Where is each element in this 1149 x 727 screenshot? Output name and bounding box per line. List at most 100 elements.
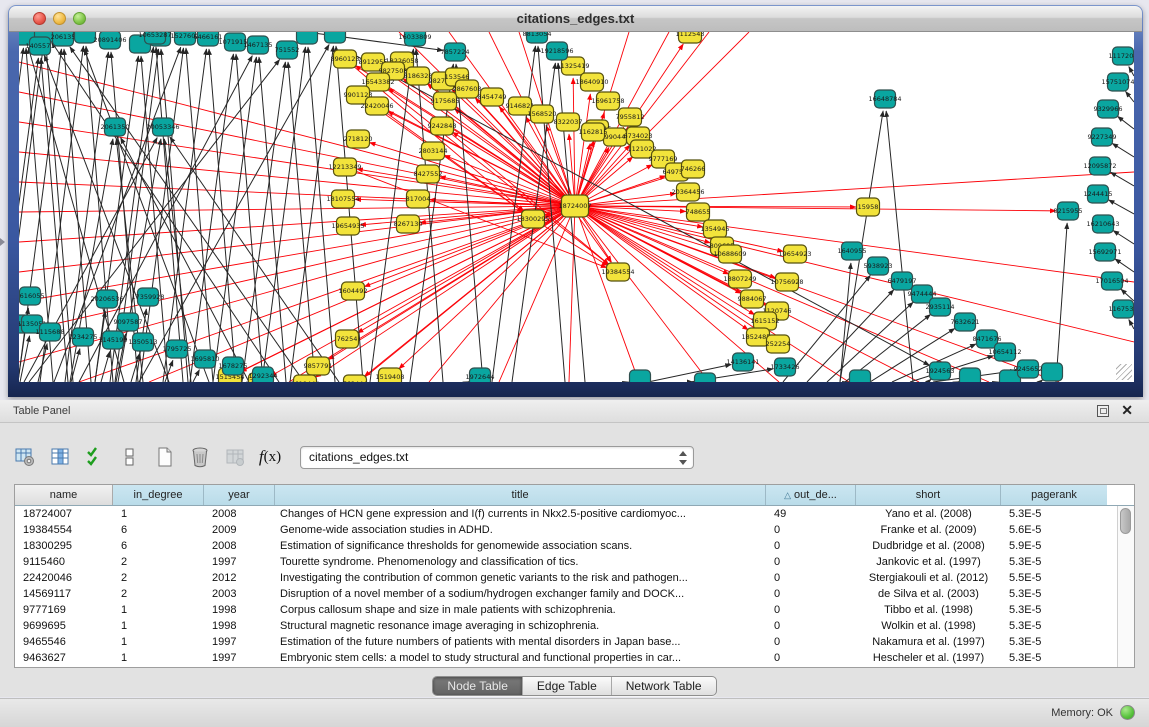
node-label: 9857791 [304, 362, 333, 370]
node-label: 17016504 [1095, 277, 1128, 285]
table-row[interactable]: 1938455462009Genome-wide association stu… [15, 522, 1117, 538]
node-label: 20206536 [90, 295, 123, 303]
citation-node-teal[interactable] [695, 373, 716, 382]
node-label: 10653287 [138, 32, 171, 39]
node-label: 15692971 [1088, 248, 1121, 256]
table-row[interactable]: 1830029562008Estimation of significance … [15, 538, 1117, 554]
network-canvas[interactable]: 8960123891295518226058982750816543382990… [19, 32, 1134, 382]
new-table-button[interactable] [154, 446, 176, 468]
node-label: 76254 [337, 335, 358, 343]
sort-ascending-icon: △ [784, 490, 791, 501]
network-table-selector-value: citations_edges.txt [309, 450, 408, 464]
node-label: 1354945 [701, 225, 730, 233]
table-settings-button[interactable] [14, 446, 36, 468]
node-table-body: 1872400712008Changes of HCN gene express… [15, 506, 1117, 667]
table-row[interactable]: 969969511998Structural magnetic resonanc… [15, 618, 1117, 634]
column-header-name[interactable]: name [15, 485, 113, 505]
close-panel-icon[interactable]: ✕ [1121, 403, 1133, 417]
table-cell: 1998 [204, 604, 275, 616]
node-label: 9884067 [738, 295, 767, 303]
table-scrollbar-thumb[interactable] [1120, 508, 1131, 534]
table-cell: 2008 [204, 540, 275, 552]
table-row[interactable]: 977716911998Corpus callosum shape and si… [15, 602, 1117, 618]
import-table-button-disabled [224, 446, 246, 468]
network-table-selector[interactable]: citations_edges.txt [300, 446, 694, 469]
citation-node-teal[interactable] [75, 32, 96, 43]
node-label: 19218596 [540, 47, 573, 55]
node-label: 16033809 [398, 33, 431, 41]
table-cell: de Silva et al. (2003) [856, 588, 1001, 600]
column-header-title[interactable]: title [275, 485, 766, 505]
node-label: 15751074 [1101, 78, 1134, 86]
tab-network-table[interactable]: Network Table [612, 677, 716, 695]
node-label: 12095872 [1083, 162, 1116, 170]
node-label: 18724007 [558, 202, 591, 210]
citation-node-teal[interactable] [960, 368, 981, 382]
status-bar: Memory: OK [0, 698, 1149, 727]
node-label: 6734023 [624, 132, 653, 140]
memory-status-label: Memory: OK [1051, 707, 1113, 719]
table-row[interactable]: 911546021997Tourette syndrome. Phenomeno… [15, 554, 1117, 570]
citation-node-teal[interactable] [1042, 363, 1063, 381]
tab-node-table[interactable]: Node Table [433, 677, 523, 695]
select-spinner-icon [676, 450, 689, 466]
node-label: 18107554 [326, 195, 359, 203]
tab-edge-table[interactable]: Edge Table [523, 677, 612, 695]
delete-table-button[interactable] [189, 446, 211, 468]
node-label: 19654923 [778, 250, 811, 258]
node-label: 16210643 [1086, 220, 1119, 228]
table-row[interactable]: 1456911722003Disruption of a novel membe… [15, 586, 1117, 602]
node-label: 18807249 [723, 275, 756, 283]
citation-node-teal[interactable] [630, 370, 651, 382]
table-row[interactable]: 946362711997Embryonic stem cells: a mode… [15, 650, 1117, 666]
node-label: 7632621 [951, 318, 980, 326]
column-header-short[interactable]: short [856, 485, 1001, 505]
node-label: 20364456 [671, 188, 704, 196]
table-cell: 2 [113, 588, 204, 600]
table-scrollbar[interactable] [1117, 506, 1134, 667]
citation-network-graph[interactable]: 8960123891295518226058982750816543382990… [19, 32, 1134, 382]
node-label: 1619444 [291, 380, 320, 382]
table-cell: 5.9E-5 [1001, 540, 1107, 552]
column-header-out-degree[interactable]: △out_de... [766, 485, 856, 505]
table-cell: 1 [113, 604, 204, 616]
float-panel-icon[interactable] [1097, 405, 1109, 417]
table-cell: 49 [766, 508, 856, 520]
function-builder-button[interactable]: f(x) [259, 446, 281, 468]
collapsed-panel-arrow-icon[interactable] [0, 238, 5, 246]
node-label: 9227349 [1088, 133, 1117, 141]
node-label: 8960123 [331, 55, 360, 63]
node-label: 1615152 [751, 317, 780, 325]
table-cell: Dudbridge et al. (2008) [856, 540, 1001, 552]
select-rows-button[interactable] [84, 446, 106, 468]
node-label: 7857224 [441, 48, 470, 56]
network-window-titlebar[interactable]: citations_edges.txt [9, 6, 1142, 32]
table-row[interactable]: 946554611997Estimation of the future num… [15, 634, 1117, 650]
citation-node-teal[interactable] [325, 32, 346, 43]
table-cell: Estimation of significance thresholds fo… [275, 540, 766, 552]
node-label: 9474444 [908, 290, 937, 298]
table-cell: Investigating the contribution of common… [275, 572, 766, 584]
row-height-button[interactable] [119, 446, 141, 468]
select-columns-button[interactable] [49, 446, 71, 468]
citation-node-teal[interactable] [297, 32, 318, 44]
table-cell: 1997 [204, 652, 275, 664]
column-header-in-degree[interactable]: in_degree [113, 485, 204, 505]
memory-status-indicator[interactable] [1120, 705, 1135, 720]
table-row[interactable]: 2242004622012Investigating the contribut… [15, 570, 1117, 586]
node-label: 1568520 [528, 110, 557, 118]
node-label: 5938923 [864, 262, 893, 270]
table-cell: 1 [113, 636, 204, 648]
column-header-pagerank[interactable]: pagerank [1001, 485, 1107, 505]
node-label: 8813054 [523, 32, 552, 38]
table-cell: Estimation of the future numbers of pati… [275, 636, 766, 648]
table-cell: 18724007 [15, 508, 113, 520]
table-cell: 1 [113, 508, 204, 520]
table-cell: 5.5E-5 [1001, 572, 1107, 584]
table-row[interactable]: 1872400712008Changes of HCN gene express… [15, 506, 1117, 522]
resize-grip-icon[interactable] [1116, 364, 1132, 380]
table-cell: 1 [113, 652, 204, 664]
table-toolbar: f(x) citations_edges.txt [14, 440, 694, 474]
citation-node-teal[interactable] [850, 370, 871, 382]
column-header-year[interactable]: year [204, 485, 275, 505]
